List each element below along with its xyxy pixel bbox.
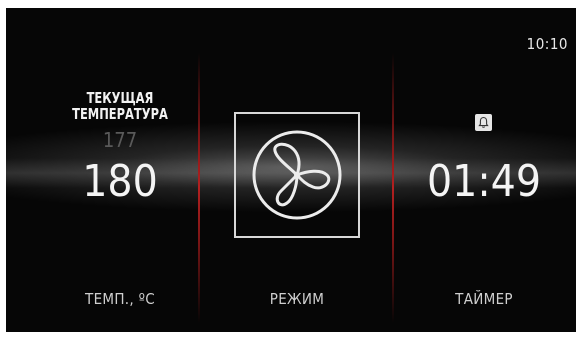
timer-label[interactable]: ТАЙМЕР: [396, 290, 572, 308]
divider-left: [198, 53, 200, 323]
temperature-title-line2: ТЕМПЕРАТУРА: [72, 105, 168, 123]
temperature-label[interactable]: ТЕМП., ºС: [46, 290, 194, 308]
oven-display: 10:10 ТЕКУЩАЯ ТЕМПЕРАТУРА 177 180 ТЕМП.,…: [6, 8, 576, 332]
fan-icon: [252, 130, 342, 220]
timer-value[interactable]: 01:49: [396, 156, 572, 207]
divider-right: [392, 53, 394, 323]
temperature-current-value[interactable]: 180: [46, 156, 194, 207]
bell-icon[interactable]: [475, 114, 492, 131]
temperature-title-line1: ТЕКУЩАЯ: [86, 89, 154, 107]
mode-button[interactable]: [234, 112, 360, 238]
temperature-set-value[interactable]: 177: [46, 128, 194, 152]
temperature-title: ТЕКУЩАЯ ТЕМПЕРАТУРА: [57, 90, 183, 122]
clock: 10:10: [526, 35, 568, 53]
mode-label[interactable]: РЕЖИМ: [216, 290, 378, 308]
